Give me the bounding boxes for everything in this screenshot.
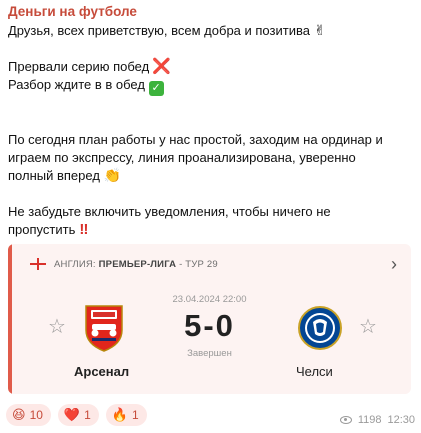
fire-icon: 🔥 [111, 407, 128, 422]
plan-line-1: По сегодня план работы у нас простой, за… [8, 132, 383, 147]
favorite-away-star-icon[interactable]: ☆ [359, 314, 377, 339]
notify-text-2: пропустить [8, 222, 76, 237]
plan-text-3: полный вперед [8, 168, 100, 183]
analysis-line: Разбор ждите в в обед ✓ [8, 76, 164, 96]
league-name: ПРЕМЬЕР-ЛИГА [98, 258, 177, 270]
away-team-name: Челси [296, 364, 333, 379]
plan-line-2: играем по экспрессу, линия проанализиров… [8, 150, 356, 165]
reactions-bar: 😆 10 ❤️ 1 🔥 1 [6, 404, 147, 426]
laughing-face-icon: 😆 [12, 407, 26, 422]
cross-mark-icon: ❌ [152, 58, 171, 75]
message-bubble: Деньги на футболе Друзья, всех приветств… [0, 0, 421, 433]
streak-line: Прервали серию побед ❌ [8, 58, 171, 76]
check-mark-icon: ✓ [148, 81, 164, 96]
reaction-count: 1 [84, 408, 91, 422]
analysis-text: Разбор ждите в в обед [8, 77, 145, 92]
view-count: 1198 [357, 414, 382, 426]
reaction-count: 1 [131, 408, 139, 422]
greeting-line: Друзья, всех приветствую, всем добра и п… [8, 22, 326, 40]
plan-line-3: полный вперед 👏 [8, 167, 121, 185]
victory-hand-icon: ✌ [313, 22, 326, 38]
league-label: АНГЛИЯ: ПРЕМЬЕР-ЛИГА - ТУР 29 [54, 259, 218, 270]
greeting-text: Друзья, всех приветствую, всем добра и п… [8, 23, 310, 38]
match-score: 5-0 [184, 308, 235, 343]
reaction-heart[interactable]: ❤️ 1 [57, 404, 99, 426]
league-row[interactable]: АНГЛИЯ: ПРЕМЬЕР-ЛИГА - ТУР 29 [30, 258, 218, 270]
clapping-hands-icon: 👏 [103, 167, 122, 183]
match-status: Завершен [187, 348, 232, 359]
match-card[interactable]: АНГЛИЯ: ПРЕМЬЕР-ЛИГА - ТУР 29 › 23.04.20… [8, 244, 411, 394]
league-country: АНГЛИЯ: [54, 258, 96, 270]
eye-icon [339, 416, 352, 424]
chelsea-logo-icon [298, 306, 342, 350]
reaction-fire[interactable]: 🔥 1 [105, 404, 147, 426]
league-round: - ТУР 29 [179, 258, 218, 270]
streak-text: Прервали серию побед [8, 59, 150, 74]
match-date: 23.04.2024 22:00 [172, 294, 247, 305]
message-time: 12:30 [387, 414, 415, 426]
message-meta: 1198 12:30 [339, 414, 415, 426]
double-exclamation-icon: ‼ [79, 221, 88, 238]
notify-line-1: Не забудьте включить уведомления, чтобы … [8, 204, 331, 219]
channel-name[interactable]: Деньги на футболе [8, 4, 137, 19]
reaction-laughing[interactable]: 😆 10 [6, 404, 51, 426]
notify-line-2: пропустить ‼ [8, 221, 88, 239]
chevron-right-icon[interactable]: › [391, 254, 397, 275]
home-team-name: Арсенал [74, 364, 130, 379]
red-heart-icon: ❤️ [63, 407, 81, 422]
reaction-count: 10 [29, 408, 43, 422]
england-flag-icon [30, 258, 46, 270]
